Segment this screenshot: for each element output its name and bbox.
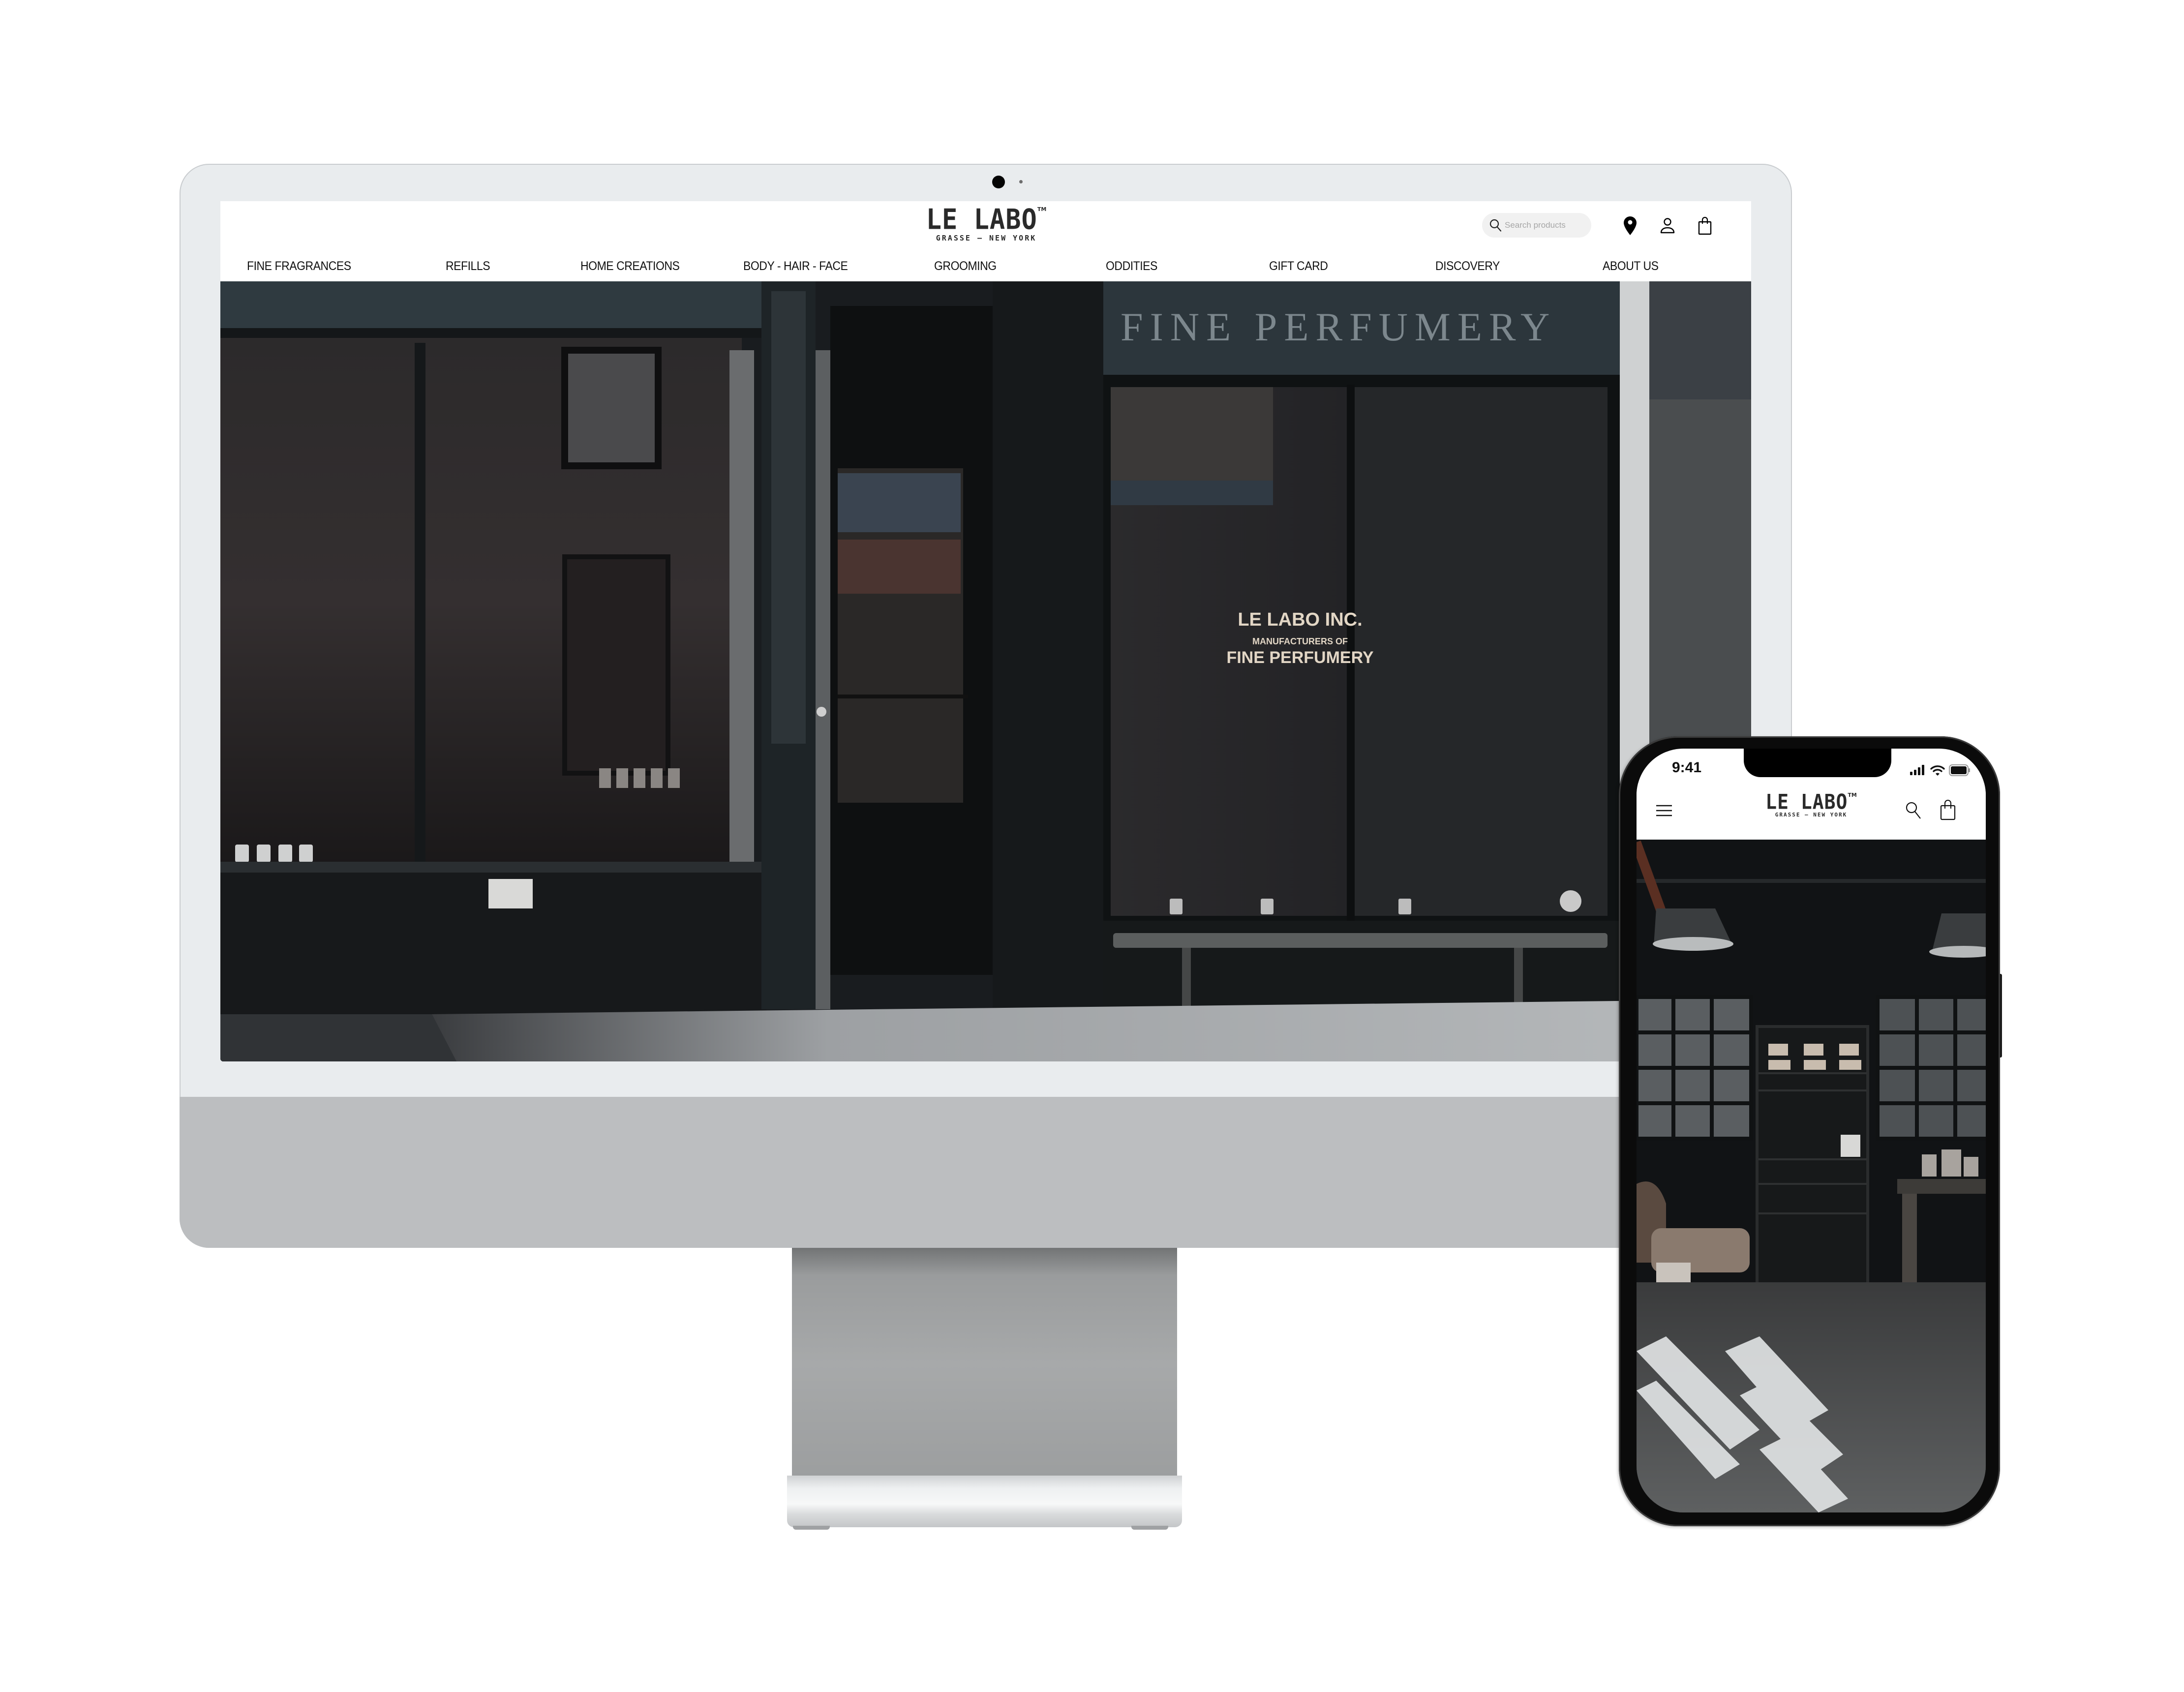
location-pin-icon bbox=[1624, 216, 1637, 235]
nav-oddities[interactable]: ODDITIES bbox=[1106, 259, 1157, 273]
logo-wordmark: LE LABO bbox=[926, 204, 1037, 236]
phone-notch bbox=[1744, 749, 1891, 777]
nav-refills[interactable]: REFILLS bbox=[446, 259, 490, 273]
main-navigation: FINE FRAGRANCES REFILLS HOME CREATIONS B… bbox=[220, 259, 1751, 279]
shopping-bag-icon bbox=[1940, 800, 1956, 820]
foot-pad bbox=[1131, 1526, 1168, 1530]
mobile-site-header: LE LABOTM GRASSE — NEW YORK bbox=[1637, 783, 1986, 840]
decal-line2: MANUFACTURERS OF bbox=[1252, 636, 1348, 646]
hero-storefront-image[interactable]: FINE PERFUMERY LE LABO INC. MANUFACTURER… bbox=[220, 281, 1751, 1061]
site-header: LE LABOTM GRASSE — NEW YORK Search produ… bbox=[220, 201, 1751, 281]
menu-icon bbox=[1656, 805, 1672, 816]
logo-trademark: TM bbox=[1848, 792, 1857, 798]
mobile-hero-interior-image[interactable] bbox=[1637, 840, 1986, 1512]
wifi-icon bbox=[1930, 765, 1945, 776]
foot-pad bbox=[793, 1526, 830, 1530]
account-icon bbox=[1660, 218, 1675, 234]
nav-about-us[interactable]: ABOUT US bbox=[1603, 259, 1659, 273]
decal-line1: LE LABO INC. bbox=[1238, 609, 1362, 630]
search-bar[interactable] bbox=[1482, 213, 1591, 238]
monitor-foot bbox=[787, 1476, 1182, 1527]
logo-wordmark: LE LABO bbox=[1765, 789, 1848, 814]
brand-logo[interactable]: LE LABOTM GRASSE — NEW YORK bbox=[920, 204, 1053, 242]
status-icons bbox=[1910, 764, 1971, 776]
nav-discovery[interactable]: DISCOVERY bbox=[1435, 259, 1500, 273]
desktop-monitor: LE LABOTM GRASSE — NEW YORK Search produ… bbox=[180, 164, 1792, 1248]
mobile-brand-logo[interactable]: LE LABOTM GRASSE — NEW YORK bbox=[1752, 789, 1870, 818]
cart-button[interactable] bbox=[1695, 215, 1715, 237]
shopping-bag-icon bbox=[1698, 216, 1712, 235]
mobile-cart-button[interactable] bbox=[1940, 799, 1956, 823]
mobile-search-button[interactable] bbox=[1905, 801, 1922, 823]
monitor-stand bbox=[792, 1248, 1177, 1479]
nav-home-creations[interactable]: HOME CREATIONS bbox=[580, 259, 680, 273]
storefront-illustration: FINE PERFUMERY LE LABO INC. MANUFACTURER… bbox=[220, 281, 1751, 1061]
nav-grooming[interactable]: GROOMING bbox=[934, 259, 997, 273]
nav-gift-card[interactable]: GIFT CARD bbox=[1269, 259, 1328, 273]
menu-button[interactable] bbox=[1655, 804, 1673, 820]
nav-body-hair-face[interactable]: BODY - HAIR - FACE bbox=[743, 259, 848, 273]
light-sensor bbox=[1019, 180, 1023, 183]
sign-text: FINE PERFUMERY bbox=[1121, 304, 1556, 349]
search-icon bbox=[1906, 802, 1921, 819]
search-input[interactable] bbox=[1505, 220, 1583, 230]
logo-trademark: TM bbox=[1037, 206, 1047, 212]
account-button[interactable] bbox=[1658, 215, 1677, 237]
monitor-chin bbox=[180, 1097, 1792, 1248]
battery-icon bbox=[1949, 764, 1970, 776]
status-time: 9:41 bbox=[1672, 759, 1702, 776]
shop-interior-illustration bbox=[1637, 840, 1986, 1512]
camera-icon bbox=[992, 176, 1005, 188]
mobile-screen: 9:41 LE LABOTM GRASSE — NEW YORK bbox=[1637, 749, 1986, 1512]
signal-icon bbox=[1910, 765, 1924, 775]
desktop-screen: LE LABOTM GRASSE — NEW YORK Search produ… bbox=[220, 201, 1751, 1061]
nav-fine-fragrances[interactable]: FINE FRAGRANCES bbox=[247, 259, 351, 273]
search-icon bbox=[1489, 219, 1502, 232]
store-locator-button[interactable] bbox=[1620, 215, 1640, 237]
decal-line3: FINE PERFUMERY bbox=[1226, 648, 1373, 667]
